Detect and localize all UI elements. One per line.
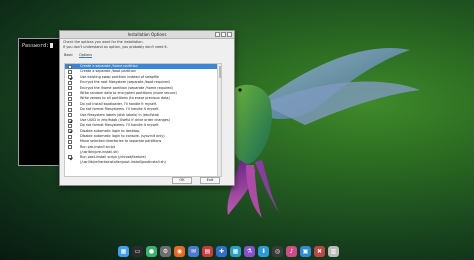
- terminal-cursor: [50, 43, 54, 48]
- option-checkbox[interactable]: [68, 123, 72, 128]
- option-label-text: Do not format filesystems. I'll handle i…: [80, 123, 160, 128]
- option-label-detail: (/usr/lib/refractainstaller/post-install…: [80, 159, 166, 164]
- option-row[interactable]: Run pre-install script (/usr/bin/pre-inst…: [65, 145, 221, 155]
- option-checkbox[interactable]: [68, 118, 72, 123]
- terminal-icon[interactable]: ▭: [132, 245, 143, 257]
- option-label-text: Write random data to encrypted partition…: [80, 90, 177, 95]
- option-label-text: Write zeroes to all partitions (to erase…: [80, 96, 170, 101]
- option-label-text: Use UUID in /etc/fstab (Useful if drive …: [80, 117, 170, 122]
- intro-line-2: If you don't understand an option, you p…: [63, 45, 168, 49]
- option-label: Use UUID in /etc/fstab (Useful if drive …: [80, 118, 170, 123]
- flask-icon[interactable]: ⚗: [244, 245, 255, 257]
- firefox-icon[interactable]: ◉: [174, 245, 185, 257]
- scrollbar-thumb[interactable]: [218, 66, 221, 78]
- option-label: Create a separate /boot partition: [80, 69, 136, 74]
- option-label: Disable automatic login to console. (sys…: [80, 134, 165, 139]
- option-checkbox[interactable]: [68, 96, 72, 101]
- option-checkbox[interactable]: [68, 113, 72, 118]
- messenger-icon[interactable]: ●: [146, 245, 157, 257]
- minimize-button[interactable]: [215, 32, 220, 37]
- dialog-tabs: Basic Options: [60, 51, 234, 60]
- calendar-icon[interactable]: ▤: [202, 245, 213, 257]
- option-checkbox[interactable]: [68, 75, 72, 80]
- option-checkbox[interactable]: [68, 102, 72, 107]
- exit-button[interactable]: Exit: [200, 177, 220, 184]
- option-label: Use filesystem labels (disk labels) in /…: [80, 113, 159, 118]
- photo-icon[interactable]: ▣: [300, 245, 311, 257]
- option-label-text: Encrypt the root filesystem (separate /b…: [80, 80, 170, 85]
- option-checkbox[interactable]: [68, 80, 72, 85]
- options-scrollbar[interactable]: [217, 64, 221, 176]
- dock: ▦ ▭ ● ⚙ ◉ ✉ ▤ ✚ ▦ ⚗ ⬇ ◎ ♪ ▣ ✖ ▥: [118, 244, 358, 258]
- download-icon[interactable]: ⬇: [258, 245, 269, 257]
- option-label-text: Use existing swap partition instead of s…: [80, 74, 159, 79]
- installation-options-dialog: Installation Options Check the options y…: [59, 30, 235, 186]
- option-checkbox[interactable]: [68, 129, 72, 134]
- option-label: Run post-install script (/chroot/feature…: [80, 155, 166, 165]
- option-label-text: Do not install bootloader. I'll handle i…: [80, 101, 157, 106]
- option-label-text: Create a separate /home partition: [80, 64, 138, 68]
- dialog-title: Installation Options: [127, 32, 167, 37]
- grid-icon[interactable]: ▦: [230, 245, 241, 257]
- files-icon[interactable]: ▦: [118, 245, 129, 257]
- option-label: Use existing swap partition instead of s…: [80, 75, 159, 80]
- settings-icon[interactable]: ⚙: [160, 245, 171, 257]
- mail-icon[interactable]: ✉: [188, 245, 199, 257]
- option-label: Create a separate /home partition: [80, 64, 138, 69]
- option-label: Do not format filesystems. I'll handle i…: [80, 123, 159, 128]
- delete-icon[interactable]: ✖: [314, 245, 325, 257]
- option-row[interactable]: Run post-install script (/chroot/feature…: [65, 155, 221, 165]
- puzzle-icon[interactable]: ✚: [216, 245, 227, 257]
- close-button[interactable]: [227, 32, 232, 37]
- option-checkbox[interactable]: [68, 145, 72, 150]
- option-label: Do not install bootloader. I'll handle i…: [80, 102, 157, 107]
- dialog-titlebar[interactable]: Installation Options: [60, 31, 234, 39]
- trash-icon[interactable]: ▥: [328, 245, 339, 257]
- option-label: Do not format filesystems. I'll handle i…: [80, 107, 159, 112]
- music-icon[interactable]: ♪: [286, 245, 297, 257]
- option-label-text: Disable automatic login to desktop.: [80, 128, 141, 133]
- dialog-intro: Check the options you want for the insta…: [60, 39, 234, 51]
- camera-icon[interactable]: ◎: [272, 245, 283, 257]
- option-label-text: Disable automatic login to console. (sys…: [80, 134, 165, 139]
- tab-basic[interactable]: Basic: [64, 53, 73, 58]
- option-checkbox[interactable]: [68, 134, 72, 139]
- option-label: Move selected directories to separate pa…: [80, 139, 161, 144]
- option-label-text: Do not format filesystems. I'll handle i…: [80, 107, 160, 112]
- option-checkbox[interactable]: [68, 91, 72, 96]
- maximize-button[interactable]: [221, 32, 226, 37]
- option-label-text: Create a separate /boot partition: [80, 69, 136, 74]
- option-checkbox[interactable]: [68, 69, 72, 74]
- option-label: Write random data to encrypted partition…: [80, 91, 177, 96]
- option-label-text: Encrypt the /home partition (separate /h…: [80, 85, 173, 90]
- tab-options[interactable]: Options: [78, 53, 93, 58]
- option-label: Write zeroes to all partitions (to erase…: [80, 96, 170, 101]
- option-label: Encrypt the root filesystem (separate /b…: [80, 80, 170, 85]
- option-label-text: Move selected directories to separate pa…: [80, 139, 162, 144]
- option-label: Run pre-install script (/usr/bin/pre-inst…: [80, 145, 119, 155]
- option-checkbox[interactable]: [68, 64, 72, 69]
- option-label-text: Use filesystem labels (disk labels) in /…: [80, 112, 159, 117]
- option-label: Disable automatic login to desktop.: [80, 129, 140, 134]
- option-checkbox[interactable]: [68, 140, 72, 145]
- option-checkbox[interactable]: [68, 107, 72, 112]
- option-label: Encrypt the /home partition (separate /h…: [80, 86, 173, 91]
- option-checkbox[interactable]: [68, 155, 72, 160]
- options-list: Create a separate /home partition Create …: [64, 63, 222, 177]
- option-checkbox[interactable]: [68, 86, 72, 91]
- ok-button[interactable]: OK: [172, 177, 192, 184]
